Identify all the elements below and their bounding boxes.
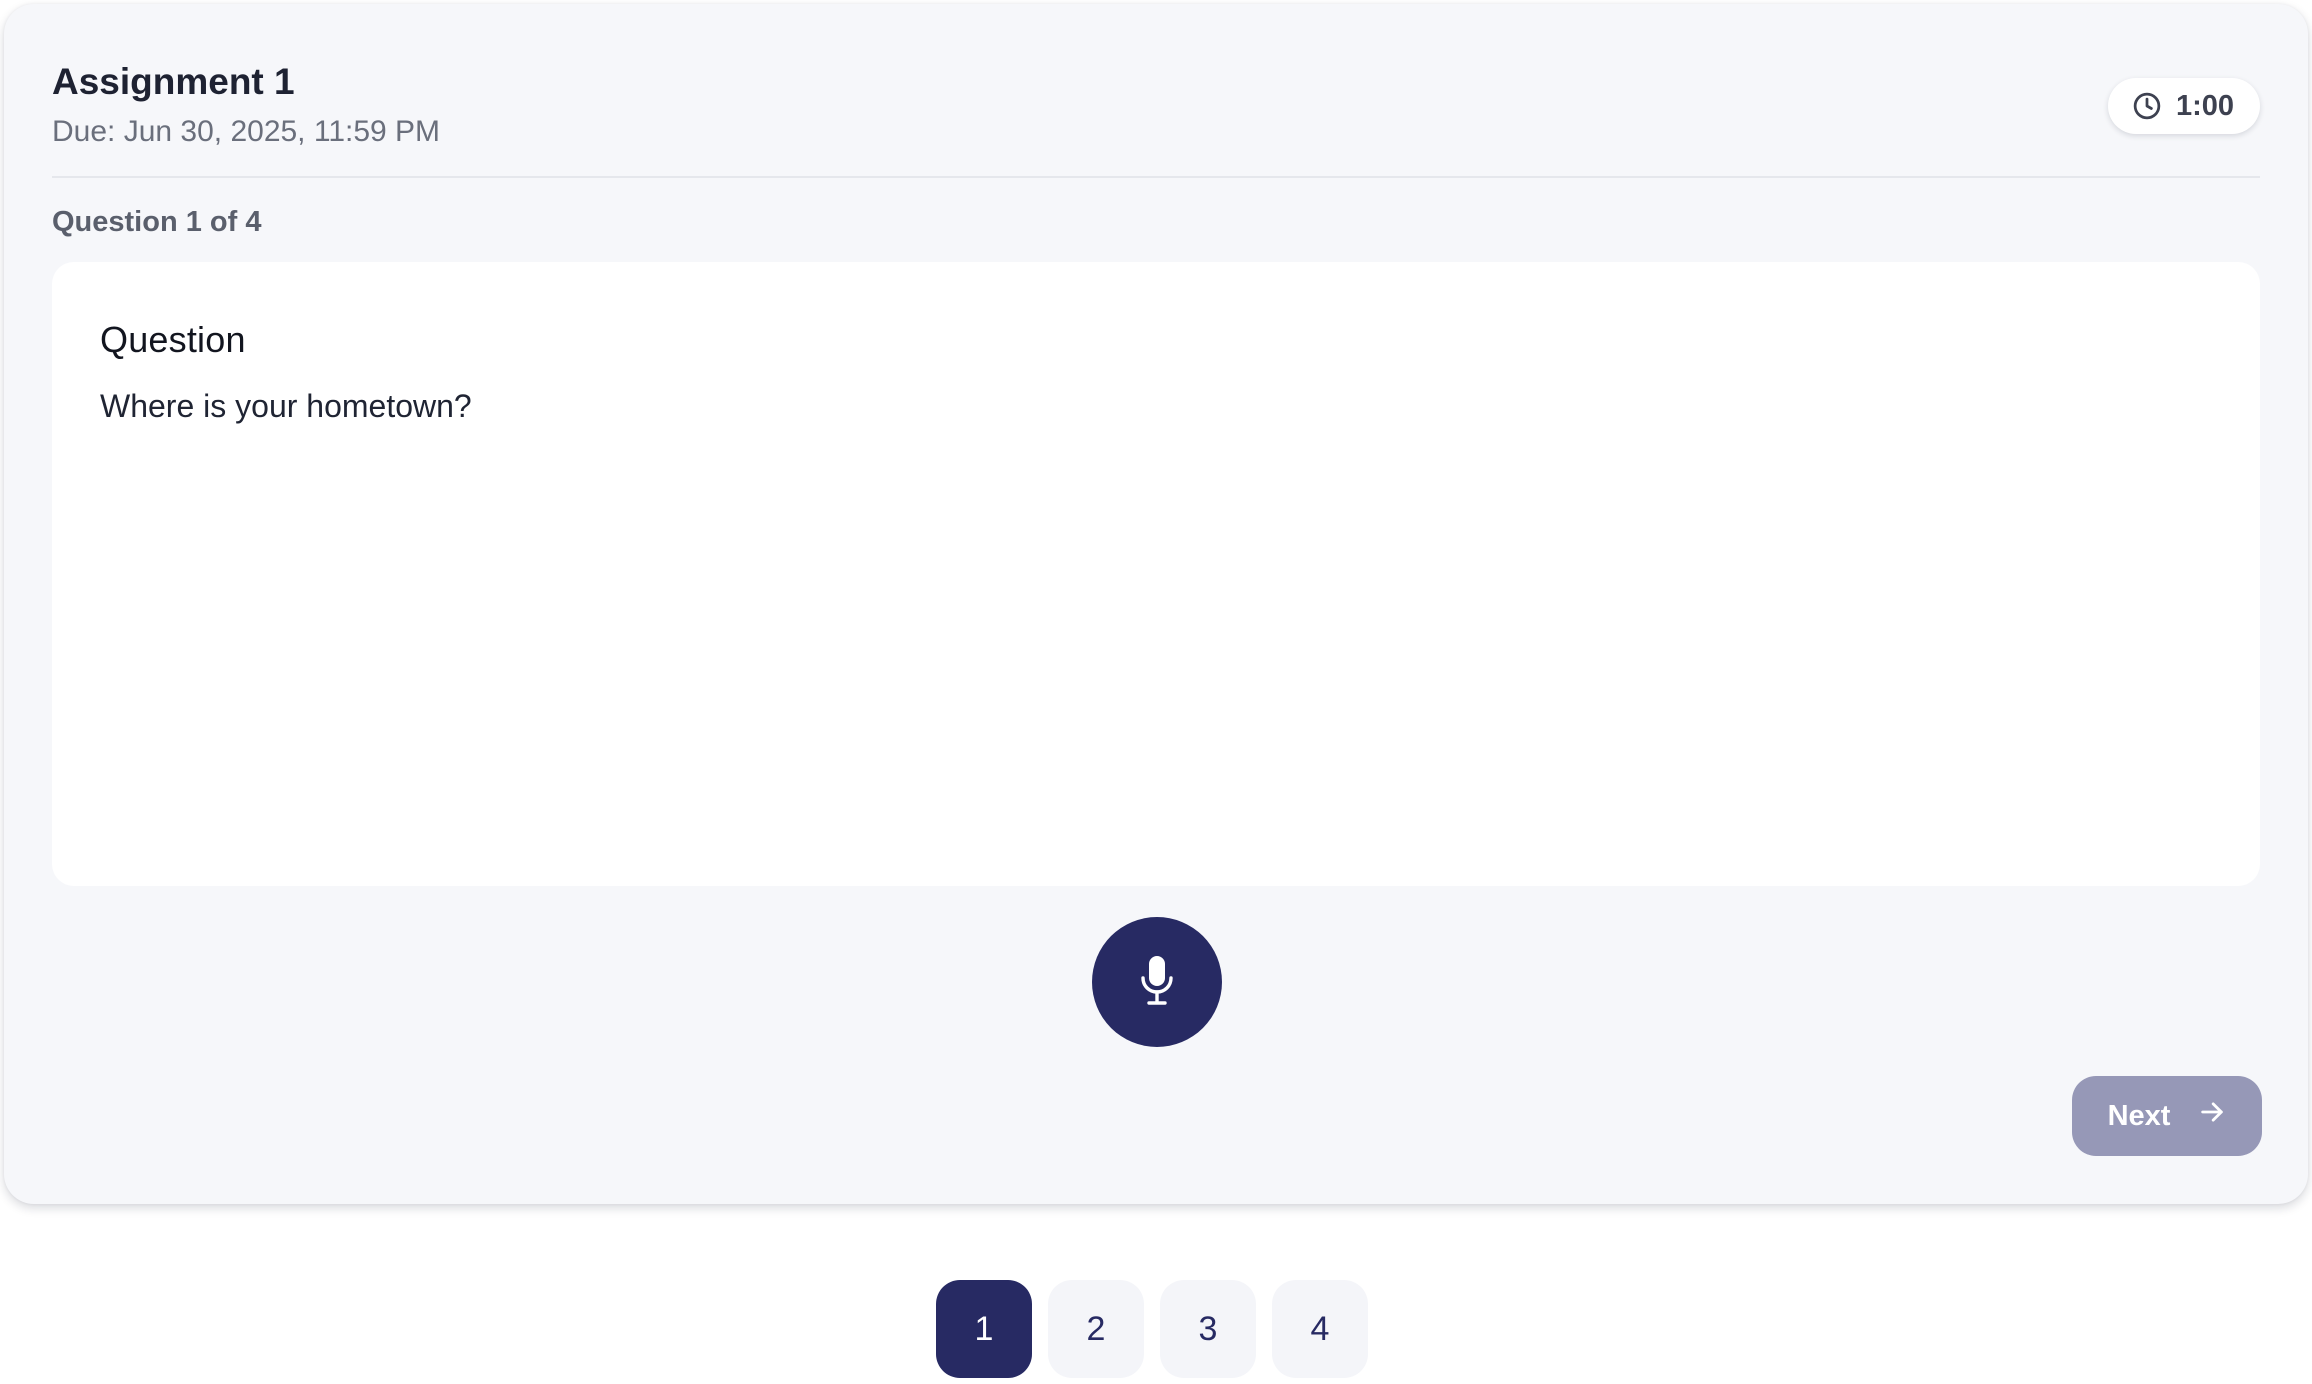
question-progress: Question 1 of 4 (52, 206, 262, 238)
timer-badge: 1:00 (2107, 78, 2260, 134)
record-button[interactable] (1092, 917, 1222, 1047)
timer-value: 1:00 (2175, 89, 2234, 122)
page-button-4[interactable]: 4 (1272, 1280, 1368, 1378)
question-text: Where is your hometown? (100, 388, 472, 424)
assignment-title: Assignment 1 (52, 61, 295, 102)
page-button-1[interactable]: 1 (936, 1280, 1032, 1378)
question-panel: Question Where is your hometown? (52, 262, 2260, 886)
question-pager: 1 2 3 4 (936, 1280, 1368, 1378)
assignment-card: Assignment 1 Due: Jun 30, 2025, 11:59 PM… (4, 4, 2308, 1204)
header-divider (52, 176, 2260, 178)
next-button[interactable]: Next (2072, 1076, 2262, 1156)
assignment-header: Assignment 1 Due: Jun 30, 2025, 11:59 PM… (52, 56, 2260, 176)
page-button-3[interactable]: 3 (1160, 1280, 1256, 1378)
page-button-2[interactable]: 2 (1048, 1280, 1144, 1378)
arrow-right-icon (2198, 1098, 2226, 1134)
clock-icon (2132, 91, 2162, 121)
next-button-label: Next (2107, 1099, 2171, 1132)
due-date: Due: Jun 30, 2025, 11:59 PM (52, 115, 441, 148)
microphone-icon (1138, 954, 1176, 1011)
question-heading: Question (100, 319, 246, 360)
